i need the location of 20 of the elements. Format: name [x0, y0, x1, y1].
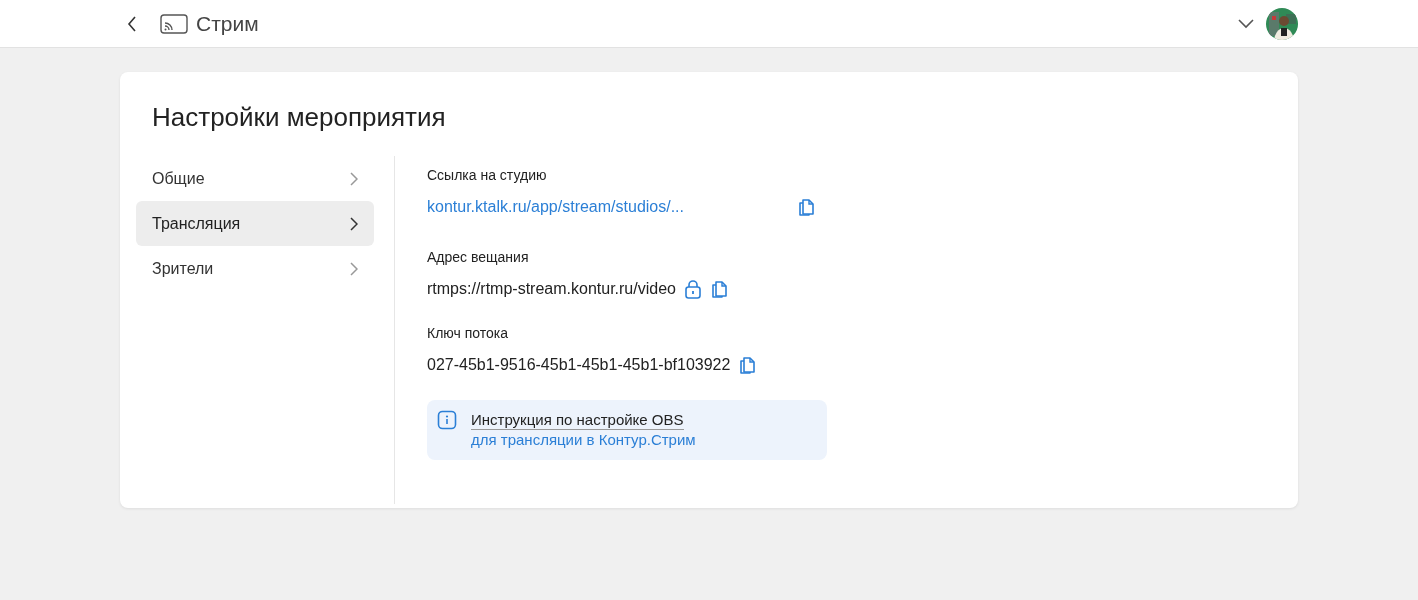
info-icon: [437, 410, 457, 430]
field-value: 027-45b1-9516-45b1-45b1-45b1-bf103922: [427, 355, 731, 375]
app-title: Стрим: [196, 10, 259, 37]
copy-icon[interactable]: [797, 196, 817, 218]
chevron-right-icon: [350, 261, 358, 276]
chevron-right-icon: [350, 171, 358, 186]
copy-icon[interactable]: [709, 278, 730, 300]
studio-link[interactable]: kontur.ktalk.ru/app/stream/studios/...: [427, 197, 789, 217]
field-label: Ссылка на студию: [427, 166, 548, 184]
instruction-subtitle: для трансляции в Контур.Стрим: [471, 430, 696, 450]
field-label: Ключ потока: [427, 324, 510, 342]
chevron-down-icon[interactable]: [1238, 18, 1254, 29]
field-value: rtmps://rtmp-stream.kontur.ru/video: [427, 279, 676, 299]
page-title: Настройки мероприятия: [151, 101, 447, 134]
field-label: Адрес вещания: [427, 248, 530, 266]
instruction-link[interactable]: Инструкция по настройке OBS: [471, 410, 684, 430]
chevron-right-icon: [350, 216, 358, 231]
sidebar-item[interactable]: Трансляция: [136, 201, 374, 246]
chevron-left-icon: [127, 15, 137, 32]
cast-icon: [160, 13, 188, 34]
